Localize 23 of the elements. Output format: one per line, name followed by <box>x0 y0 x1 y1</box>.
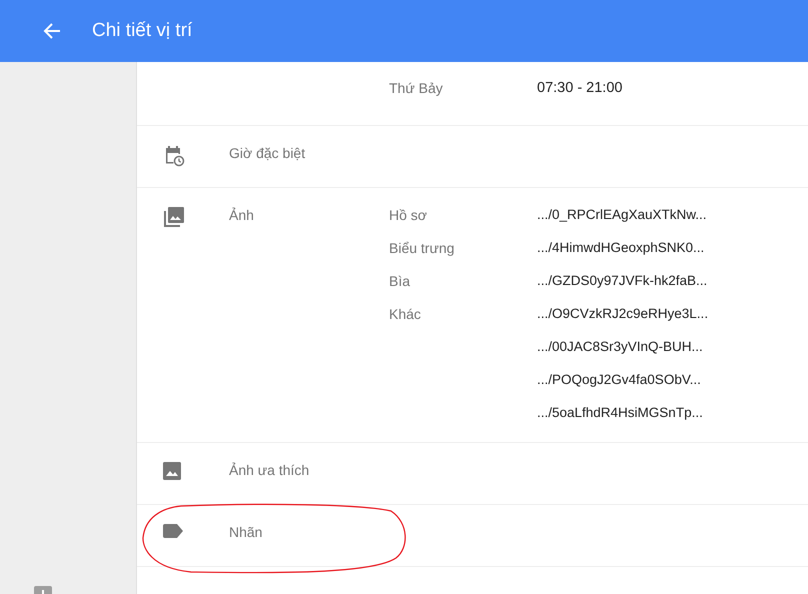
field-label: Ảnh <box>229 207 254 223</box>
entry-value: .../POQogJ2Gv4fa0SObV... <box>537 372 701 387</box>
back-button[interactable] <box>42 21 62 41</box>
entry-label: Bìa <box>389 273 410 289</box>
entry-label: Hồ sơ <box>389 207 427 223</box>
image-icon <box>163 462 181 480</box>
entry-value: .../4HimwdHGeoxphSNK0... <box>537 240 704 255</box>
entry-value: 07:30 - 21:00 <box>537 80 622 96</box>
field-label: Nhãn <box>229 524 262 540</box>
entry-label: Khác <box>389 306 421 322</box>
page-title: Chi tiết vị trí <box>92 20 192 42</box>
entry-value: .../5oaLfhdR4HsiMGSnTp... <box>537 405 703 420</box>
entry-label: Thứ Bảy <box>389 80 443 96</box>
entry-value: .../00JAC8Sr3yVInQ-BUH... <box>537 339 703 354</box>
entry-value: .../GZDS0y97JVFk-hk2faB... <box>537 273 708 288</box>
tag-icon <box>163 524 183 538</box>
field-label: Ảnh ưa thích <box>229 462 310 478</box>
entry-value: .../O9CVzkRJ2c9eRHye3L... <box>537 306 708 321</box>
entry-label: Biểu trưng <box>389 240 454 256</box>
entry-value: .../0_RPCrlEAgXauXTkNw... <box>537 207 707 222</box>
calendar-clock-icon <box>163 145 185 167</box>
photo-library-icon <box>163 207 184 228</box>
field-label: Giờ đặc biệt <box>229 145 306 161</box>
